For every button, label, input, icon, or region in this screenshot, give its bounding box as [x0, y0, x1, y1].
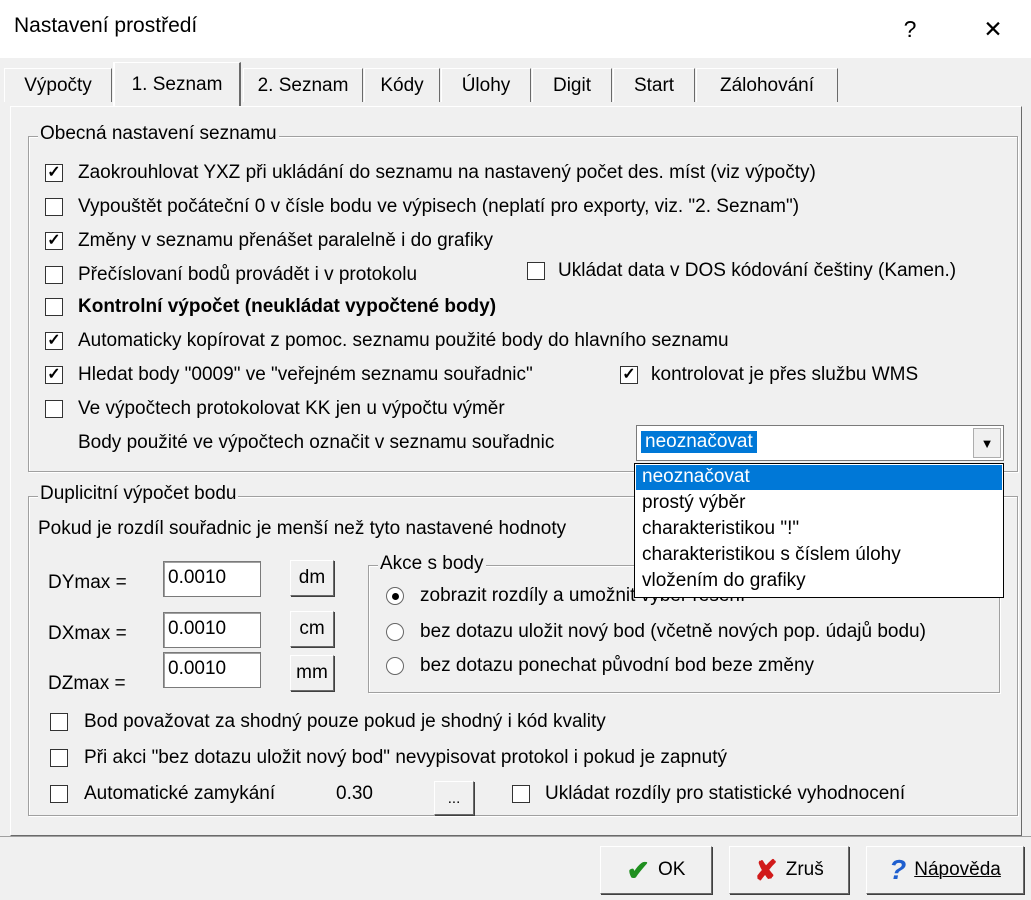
duplicate-legend: Duplicitní výpočet bodu	[38, 483, 239, 505]
dymax-label: DYmax =	[48, 572, 127, 593]
dropdown-option-charakteristikou-uloha[interactable]: charakteristikou s číslem úlohy	[636, 543, 1002, 568]
checkmark-icon: ✓	[47, 366, 61, 383]
cancel-label: Zruš	[785, 859, 824, 880]
ok-button[interactable]: ✔ OK	[600, 846, 712, 894]
ok-label: OK	[658, 859, 686, 880]
close-icon: ✘	[754, 854, 778, 886]
tab-1-seznam[interactable]: 1. Seznam	[113, 62, 241, 106]
tab-ulohy[interactable]: Úlohy	[441, 68, 531, 102]
auto-lock-label: Automatické zamykání	[84, 783, 276, 804]
checkmark-icon: ✓	[47, 232, 61, 249]
action-save-new-label: bez dotazu uložit nový bod (včetně novýc…	[420, 621, 926, 642]
footer-separator	[0, 836, 1031, 837]
checkmark-icon: ✓	[622, 366, 636, 383]
dxmax-unit-button[interactable]: cm	[290, 611, 334, 647]
checkmark-icon: ✓	[47, 332, 61, 349]
renumber-protocol-label: Přečíslovaní bodů provádět i v protokolu	[78, 264, 418, 285]
mark-points-label: Body použité ve výpočtech označit v sezn…	[78, 432, 555, 453]
dos-encoding-checkbox[interactable]	[527, 262, 545, 280]
dropdown-option-charakteristikou[interactable]: charakteristikou "!"	[636, 517, 1002, 542]
drop-leading-zero-label: Vypouštět počáteční 0 v čísle bodu ve vý…	[78, 196, 800, 217]
help-title-button[interactable]: ?	[885, 6, 935, 52]
search-public-checkbox[interactable]: ✓	[45, 366, 63, 384]
action-save-new-radio[interactable]	[386, 623, 404, 641]
dos-encoding-label: Ukládat data v DOS kódování češtiny (Kam…	[558, 260, 957, 281]
kk-protocol-label: Ve výpočtech protokolovat KK jen u výpoč…	[78, 398, 505, 419]
dropdown-option-prosty-vyber[interactable]: prostý výběr	[636, 491, 1002, 516]
close-button[interactable]: ✕	[968, 6, 1018, 52]
tab-2-seznam[interactable]: 2. Seznam	[243, 68, 363, 102]
mark-points-select[interactable]: neoznačovat ▼	[636, 425, 1004, 461]
auto-lock-value: 0.30	[336, 783, 373, 804]
dymax-unit-button[interactable]: dm	[290, 560, 334, 596]
same-quality-label: Bod považovat za shodný pouze pokud je s…	[84, 711, 606, 732]
control-calc-label: Kontrolní výpočet (neukládat vypočtené b…	[78, 296, 497, 317]
same-quality-checkbox[interactable]	[50, 713, 68, 731]
actions-legend: Akce s body	[378, 553, 486, 575]
auto-lock-checkbox[interactable]	[50, 785, 68, 803]
search-public-label: Hledat body "0009" ve "veřejném seznamu …	[78, 364, 533, 385]
action-show-diff-radio[interactable]	[386, 587, 404, 605]
checkmark-icon: ✓	[47, 164, 61, 181]
tab-digit[interactable]: Digit	[532, 68, 612, 102]
help-button[interactable]: ? Nápověda	[866, 846, 1024, 894]
dxmax-input[interactable]: 0.0010	[163, 612, 261, 648]
window-title: Nastavení prostředí	[14, 14, 198, 37]
tab-kody[interactable]: Kódy	[364, 68, 440, 102]
round-yxz-label: Zaokrouhlovat YXZ při ukládání do seznam…	[78, 162, 816, 183]
dzmax-label: DZmax =	[48, 673, 126, 694]
mark-points-value: neoznačovat	[641, 431, 757, 453]
radio-dot-icon	[391, 592, 399, 600]
kk-protocol-checkbox[interactable]	[45, 400, 63, 418]
question-icon: ?	[889, 854, 907, 885]
tab-vypocty[interactable]: Výpočty	[4, 68, 112, 102]
action-keep-original-label: bez dotazu ponechat původní bod beze změ…	[420, 655, 815, 676]
renumber-protocol-checkbox[interactable]	[45, 266, 63, 284]
drop-leading-zero-checkbox[interactable]	[45, 198, 63, 216]
control-calc-checkbox[interactable]	[45, 298, 63, 316]
sync-graphics-checkbox[interactable]: ✓	[45, 232, 63, 250]
dropdown-option-vlozenim-do-grafiky[interactable]: vložením do grafiky	[636, 569, 1002, 594]
dxmax-label: DXmax =	[48, 623, 127, 644]
tab-zalohovani[interactable]: Zálohování	[696, 68, 838, 102]
chevron-down-icon[interactable]: ▼	[973, 428, 1001, 458]
tab-start[interactable]: Start	[613, 68, 695, 102]
mark-points-dropdown: neoznačovat prostý výběr charakteristiko…	[634, 463, 1004, 598]
cancel-button[interactable]: ✘ Zruš	[729, 846, 849, 894]
no-protocol-label: Při akci "bez dotazu uložit nový bod" ne…	[84, 747, 727, 768]
auto-copy-checkbox[interactable]: ✓	[45, 332, 63, 350]
tab-strip: Výpočty 1. Seznam 2. Seznam Kódy Úlohy D…	[0, 58, 1031, 110]
dropdown-option-neoznacovat[interactable]: neoznačovat	[636, 465, 1002, 490]
dymax-input[interactable]: 0.0010	[163, 561, 261, 597]
auto-lock-browse-button[interactable]: ...	[434, 781, 474, 815]
no-protocol-checkbox[interactable]	[50, 749, 68, 767]
stats-label: Ukládat rozdíly pro statistické vyhodnoc…	[545, 783, 906, 804]
duplicate-intro: Pokud je rozdíl souřadnic je menší než t…	[38, 518, 567, 539]
dzmax-input[interactable]: 0.0010	[163, 652, 261, 688]
general-legend: Obecná nastavení seznamu	[38, 123, 279, 145]
help-label: Nápověda	[914, 859, 1001, 880]
action-keep-original-radio[interactable]	[386, 657, 404, 675]
auto-copy-label: Automaticky kopírovat z pomoc. seznamu p…	[78, 330, 729, 351]
stats-checkbox[interactable]	[512, 785, 530, 803]
wms-check-label: kontrolovat je přes službu WMS	[651, 364, 919, 385]
checkmark-icon: ✔	[626, 854, 650, 886]
round-yxz-checkbox[interactable]: ✓	[45, 164, 63, 182]
dzmax-unit-button[interactable]: mm	[290, 655, 334, 691]
wms-check-checkbox[interactable]: ✓	[620, 366, 638, 384]
sync-graphics-label: Změny v seznamu přenášet paralelně i do …	[78, 230, 494, 251]
